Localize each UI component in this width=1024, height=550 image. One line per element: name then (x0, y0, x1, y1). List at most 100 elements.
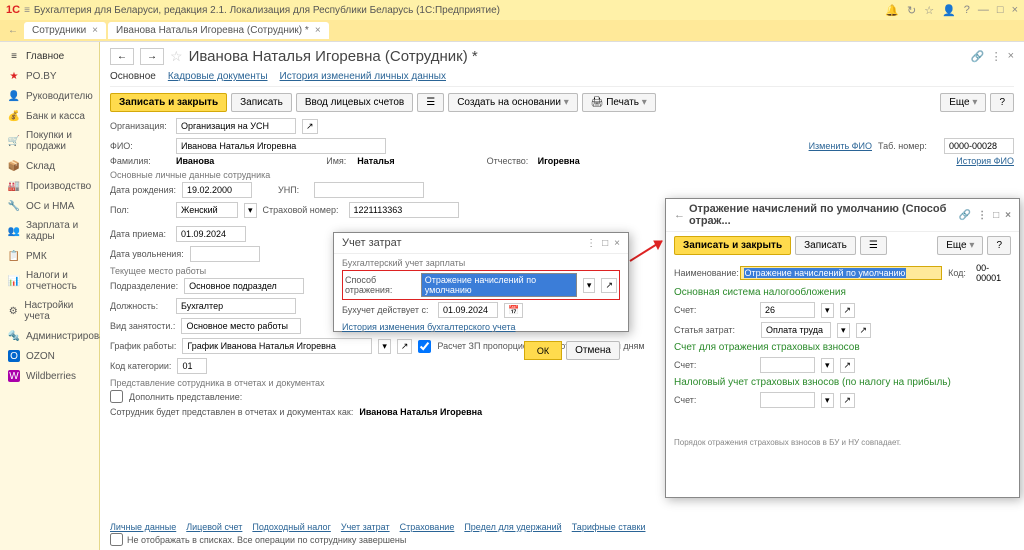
close-icon[interactable]: × (315, 25, 321, 36)
tabnum-input[interactable] (944, 138, 1014, 154)
ok-button[interactable]: ОК (524, 341, 562, 360)
buhdate-input[interactable] (438, 302, 498, 318)
save-close-button[interactable]: Записать и закрыть (110, 93, 227, 112)
open-icon[interactable]: ↗ (856, 323, 872, 338)
more-button[interactable]: Еще (937, 236, 983, 255)
supplement-checkbox[interactable] (110, 390, 123, 403)
link-costs[interactable]: Учет затрат (341, 522, 390, 532)
employtype-input[interactable] (181, 318, 301, 334)
nav-fwd-button[interactable]: → (140, 48, 164, 65)
tab-employee-card[interactable]: Иванова Наталья Игоревна (Сотрудник) * × (108, 22, 329, 39)
save-button[interactable]: Записать (231, 93, 292, 112)
tab-employees[interactable]: Сотрудники × (24, 22, 106, 39)
link-insurance[interactable]: Страхование (400, 522, 455, 532)
history-fio-link[interactable]: История ФИО (956, 156, 1014, 166)
dropdown-icon[interactable]: ▾ (583, 278, 596, 293)
close-icon[interactable]: × (1005, 210, 1011, 221)
list-icon-button[interactable]: ☰ (417, 93, 444, 112)
subtab-docs[interactable]: Кадровые документы (168, 71, 268, 82)
reflectmethod-input[interactable]: Отражение начислений по умолчанию (421, 273, 577, 297)
sidebar-item-manager[interactable]: 👤Руководителю (0, 86, 99, 106)
sidebar-item-ozon[interactable]: OOZON (0, 346, 99, 366)
create-based-button[interactable]: Создать на основании (448, 93, 578, 112)
link-rates[interactable]: Тарифные ставки (572, 522, 646, 532)
subtab-main[interactable]: Основное (110, 71, 156, 82)
org-open-icon[interactable]: ↗ (302, 119, 318, 134)
close-icon[interactable]: × (1012, 4, 1018, 16)
sidebar-item-settings[interactable]: ⚙Настройки учета (0, 296, 99, 326)
sidebar-item-admin[interactable]: 🔩Администрирование (0, 326, 99, 346)
hiredate-input[interactable] (176, 226, 246, 242)
dropdown-icon[interactable]: ▾ (244, 203, 257, 218)
more-button[interactable]: Еще (940, 93, 986, 112)
open-icon[interactable]: ↗ (840, 393, 856, 408)
bell-icon[interactable]: 🔔 (885, 4, 899, 17)
maximize-icon[interactable]: □ (602, 238, 608, 249)
sidebar-item-tax[interactable]: 📊Налоги и отчетность (0, 266, 99, 296)
dropdown-icon[interactable]: ▾ (821, 303, 834, 318)
org-input[interactable] (176, 118, 296, 134)
history-icon[interactable]: ↻ (907, 4, 916, 17)
more-icon[interactable]: ⋮ (977, 210, 987, 221)
more-icon[interactable]: ⋮ (991, 50, 1002, 63)
maximize-icon[interactable]: □ (993, 210, 999, 221)
sidebar-item-sales[interactable]: 🛒Покупки и продажи (0, 126, 99, 156)
help-button[interactable]: ? (987, 236, 1011, 255)
cancel-button[interactable]: Отмена (566, 341, 620, 360)
dropdown-icon[interactable]: ▾ (837, 323, 850, 338)
dropdown-icon[interactable]: ▾ (821, 393, 834, 408)
sidebar-item-salary[interactable]: 👥Зарплата и кадры (0, 216, 99, 246)
costitem-input[interactable] (761, 322, 831, 338)
link-limit[interactable]: Предел для удержаний (464, 522, 561, 532)
help-icon[interactable]: ? (964, 4, 970, 16)
back-icon[interactable]: ← (674, 209, 685, 221)
dropdown-icon[interactable]: ▾ (821, 358, 834, 373)
user-icon[interactable]: 👤 (942, 4, 956, 17)
favorite-icon[interactable]: ☆ (170, 48, 183, 65)
gender-input[interactable] (176, 202, 238, 218)
sidebar-item-warehouse[interactable]: 📦Склад (0, 156, 99, 176)
sidebar-item-wildberries[interactable]: WWildberries (0, 366, 99, 386)
insaccount-input[interactable] (760, 357, 815, 373)
sidebar-item-production[interactable]: 🏭Производство (0, 176, 99, 196)
birthdate-input[interactable] (182, 182, 252, 198)
sidebar-item-rmk[interactable]: 📋РМК (0, 246, 99, 266)
saveclose-button[interactable]: Записать и закрыть (674, 236, 791, 255)
minimize-icon[interactable]: — (978, 4, 989, 16)
subtab-history[interactable]: История изменений личных данных (280, 71, 446, 82)
taxinsaccount-input[interactable] (760, 392, 815, 408)
link-account[interactable]: Лицевой счет (186, 522, 242, 532)
account-input[interactable] (760, 302, 815, 318)
insnum-input[interactable] (349, 202, 459, 218)
category-input[interactable] (177, 358, 207, 374)
sidebar-item-assets[interactable]: 🔧ОС и НМА (0, 196, 99, 216)
print-button[interactable]: 🖨 Печать (582, 93, 656, 112)
close-icon[interactable]: × (614, 238, 620, 249)
history-link[interactable]: История изменения бухгалтерского учета (342, 322, 515, 332)
save-button[interactable]: Записать (795, 236, 856, 255)
link-icon[interactable]: 🔗 (971, 50, 985, 63)
help-button[interactable]: ? (990, 93, 1014, 112)
name-input[interactable]: Отражение начислений по умолчанию (740, 266, 943, 280)
list-icon-button[interactable]: ☰ (860, 236, 887, 255)
close-icon[interactable]: × (92, 25, 98, 36)
change-fio-link[interactable]: Изменить ФИО (809, 141, 872, 151)
open-icon[interactable]: ↗ (601, 278, 617, 293)
sidebar-item-poby[interactable]: ★PO.BY (0, 66, 99, 86)
hamburger-icon[interactable]: ≡ (24, 5, 30, 16)
close-icon[interactable]: × (1008, 50, 1014, 63)
open-icon[interactable]: ↗ (840, 303, 856, 318)
hide-checkbox[interactable] (110, 533, 123, 546)
sidebar-item-main[interactable]: ≡Главное (0, 46, 99, 66)
fio-input[interactable] (176, 138, 386, 154)
star-icon[interactable]: ☆ (924, 4, 934, 17)
unp-input[interactable] (314, 182, 424, 198)
calendar-icon[interactable]: 📅 (504, 303, 523, 318)
nav-back-icon[interactable]: ← (4, 25, 22, 36)
maximize-icon[interactable]: □ (997, 4, 1004, 16)
more-icon[interactable]: ⋮ (586, 238, 596, 249)
accounts-button[interactable]: Ввод лицевых счетов (296, 93, 413, 112)
subdivision-input[interactable] (184, 278, 304, 294)
sidebar-item-bank[interactable]: 💰Банк и касса (0, 106, 99, 126)
firedate-input[interactable] (190, 246, 260, 262)
